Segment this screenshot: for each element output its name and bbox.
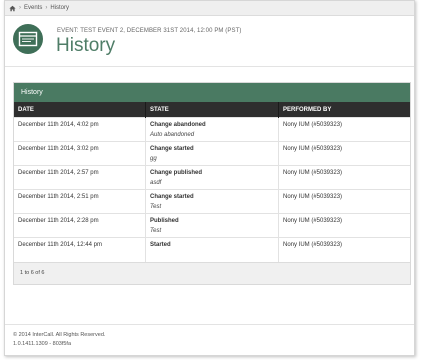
cell-performed-by: Nony IUM (#5039323): [278, 213, 410, 238]
state-label: Change abandoned: [150, 122, 206, 128]
cell-performed-by: Nony IUM (#5039323): [278, 117, 410, 142]
page-title: History: [56, 35, 116, 56]
state-label: Started: [150, 242, 171, 248]
footer: © 2014 InterCall. All Rights Reserved. 1…: [13, 331, 105, 349]
footer-divider: [5, 324, 414, 325]
home-icon[interactable]: [9, 5, 16, 12]
cell-performed-by: Nony IUM (#5039323): [278, 189, 410, 214]
cell-state: Change started gg: [145, 141, 279, 166]
state-label: Change published: [150, 170, 203, 176]
cell-state: Change abandoned Auto abandoned: [145, 117, 279, 142]
table-row: December 11th 2014, 2:51 pm Change start…: [14, 189, 410, 214]
breadcrumb-item-history: History: [50, 5, 70, 11]
version-text: 1.0.1411.1309 - 803f5fa: [13, 341, 72, 347]
table-row: December 11th 2014, 4:02 pm Change aband…: [14, 117, 410, 142]
table-row: December 11th 2014, 3:02 pm Change start…: [14, 141, 410, 166]
state-label: Change started: [150, 194, 194, 200]
cell-state: Change started Test: [145, 189, 279, 214]
browser-window-icon: [13, 24, 43, 54]
history-panel: History DATE STATE PERFORMED BY December…: [13, 82, 411, 285]
cell-performed-by: Nony IUM (#5039323): [278, 237, 410, 262]
page-header: EVENT: TEST EVENT 2, DECEMBER 31ST 2014,…: [5, 16, 414, 67]
cell-performed-by: Nony IUM (#5039323): [278, 141, 410, 166]
column-header-date[interactable]: DATE: [14, 102, 146, 118]
state-note: Test: [150, 204, 162, 210]
breadcrumb: › Events › History: [5, 1, 414, 16]
table-row: December 11th 2014, 2:28 pm Published Te…: [14, 213, 410, 238]
cell-date: December 11th 2014, 2:51 pm: [14, 189, 146, 214]
cell-state: Change published asdf: [145, 165, 279, 190]
panel-title: History: [14, 83, 410, 102]
history-table: DATE STATE PERFORMED BY December 11th 20…: [14, 102, 410, 262]
state-note: asdf: [150, 180, 162, 186]
table-row: December 11th 2014, 2:57 pm Change publi…: [14, 165, 410, 190]
chevron-right-icon: ›: [45, 5, 48, 11]
state-note: Test: [150, 228, 162, 234]
state-note: gg: [150, 156, 157, 162]
chevron-right-icon: ›: [19, 5, 21, 11]
pagination-info: 1 to 6 of 6: [14, 261, 410, 284]
cell-state: Started: [145, 237, 279, 262]
cell-state: Published Test: [145, 213, 279, 238]
cell-date: December 11th 2014, 2:57 pm: [14, 165, 146, 190]
event-subtitle: EVENT: TEST EVENT 2, DECEMBER 31ST 2014,…: [57, 28, 242, 34]
state-label: Published: [150, 218, 179, 224]
cell-date: December 11th 2014, 12:44 pm: [14, 237, 146, 262]
cell-performed-by: Nony IUM (#5039323): [278, 165, 410, 190]
copyright-text: © 2014 InterCall. All Rights Reserved.: [13, 332, 106, 338]
cell-date: December 11th 2014, 4:02 pm: [14, 117, 146, 142]
column-header-state[interactable]: STATE: [145, 102, 279, 118]
app-frame: › Events › History EVENT: TEST EVENT 2, …: [4, 0, 415, 356]
cell-date: December 11th 2014, 2:28 pm: [14, 213, 146, 238]
table-row: December 11th 2014, 12:44 pm Started Non…: [14, 237, 410, 262]
cell-date: December 11th 2014, 3:02 pm: [14, 141, 146, 166]
column-header-performed-by[interactable]: PERFORMED BY: [278, 102, 410, 118]
breadcrumb-item-events[interactable]: Events: [24, 5, 42, 11]
state-note: Auto abandoned: [150, 132, 195, 138]
state-label: Change started: [150, 146, 194, 152]
